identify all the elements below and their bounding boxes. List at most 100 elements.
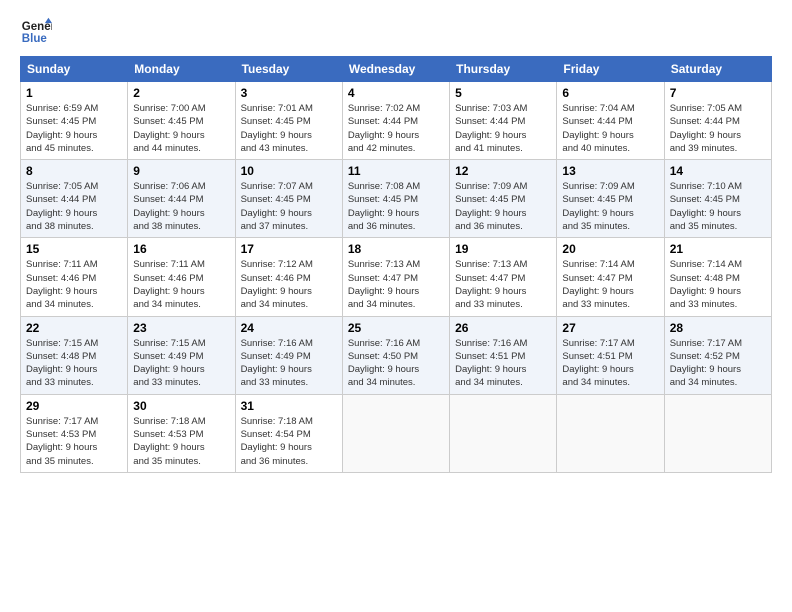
day-info: Sunrise: 7:16 AM Sunset: 4:51 PM Dayligh… <box>455 337 551 390</box>
calendar-day-cell: 16 Sunrise: 7:11 AM Sunset: 4:46 PM Dayli… <box>128 238 235 316</box>
day-number: 5 <box>455 86 551 100</box>
day-number: 25 <box>348 321 444 335</box>
day-info: Sunrise: 7:05 AM Sunset: 4:44 PM Dayligh… <box>670 102 766 155</box>
weekday-header-cell: Tuesday <box>235 57 342 82</box>
day-number: 10 <box>241 164 337 178</box>
day-info: Sunrise: 7:17 AM Sunset: 4:52 PM Dayligh… <box>670 337 766 390</box>
logo-icon: General Blue <box>20 16 52 48</box>
calendar-day-cell: 7 Sunrise: 7:05 AM Sunset: 4:44 PM Daylig… <box>664 82 771 160</box>
calendar-week-row: 29 Sunrise: 7:17 AM Sunset: 4:53 PM Dayli… <box>21 394 772 472</box>
day-number: 22 <box>26 321 122 335</box>
day-number: 29 <box>26 399 122 413</box>
day-info: Sunrise: 7:18 AM Sunset: 4:53 PM Dayligh… <box>133 415 229 468</box>
calendar-day-cell: 14 Sunrise: 7:10 AM Sunset: 4:45 PM Dayli… <box>664 160 771 238</box>
calendar-day-cell: 4 Sunrise: 7:02 AM Sunset: 4:44 PM Daylig… <box>342 82 449 160</box>
calendar-day-cell: 17Sunrise: 7:12 AM Sunset: 4:46 PM Dayli… <box>235 238 342 316</box>
calendar-day-cell: 27 Sunrise: 7:17 AM Sunset: 4:51 PM Dayli… <box>557 316 664 394</box>
day-info: Sunrise: 7:15 AM Sunset: 4:48 PM Dayligh… <box>26 337 122 390</box>
calendar-day-cell: 22 Sunrise: 7:15 AM Sunset: 4:48 PM Dayli… <box>21 316 128 394</box>
day-info: Sunrise: 7:04 AM Sunset: 4:44 PM Dayligh… <box>562 102 658 155</box>
weekday-header-cell: Sunday <box>21 57 128 82</box>
day-info: Sunrise: 7:06 AM Sunset: 4:44 PM Dayligh… <box>133 180 229 233</box>
day-number: 7 <box>670 86 766 100</box>
calendar-day-cell: 26 Sunrise: 7:16 AM Sunset: 4:51 PM Dayli… <box>450 316 557 394</box>
weekday-header-row: SundayMondayTuesdayWednesdayThursdayFrid… <box>21 57 772 82</box>
weekday-header-cell: Saturday <box>664 57 771 82</box>
weekday-header-cell: Thursday <box>450 57 557 82</box>
day-number: 18 <box>348 242 444 256</box>
weekday-header-cell: Wednesday <box>342 57 449 82</box>
calendar-day-cell: 11 Sunrise: 7:08 AM Sunset: 4:45 PM Dayli… <box>342 160 449 238</box>
calendar-day-cell: 9 Sunrise: 7:06 AM Sunset: 4:44 PM Daylig… <box>128 160 235 238</box>
day-info: Sunrise: 7:05 AM Sunset: 4:44 PM Dayligh… <box>26 180 122 233</box>
day-number: 4 <box>348 86 444 100</box>
day-number: 1 <box>26 86 122 100</box>
day-info: Sunrise: 7:02 AM Sunset: 4:44 PM Dayligh… <box>348 102 444 155</box>
day-info: Sunrise: 7:10 AM Sunset: 4:45 PM Dayligh… <box>670 180 766 233</box>
day-number: 28 <box>670 321 766 335</box>
day-info: Sunrise: 7:11 AM Sunset: 4:46 PM Dayligh… <box>26 258 122 311</box>
day-number: 24 <box>241 321 337 335</box>
calendar-day-cell: 18 Sunrise: 7:13 AM Sunset: 4:47 PM Dayli… <box>342 238 449 316</box>
calendar-week-row: 22 Sunrise: 7:15 AM Sunset: 4:48 PM Dayli… <box>21 316 772 394</box>
day-info: Sunrise: 7:17 AM Sunset: 4:53 PM Dayligh… <box>26 415 122 468</box>
day-info: Sunrise: 7:00 AM Sunset: 4:45 PM Dayligh… <box>133 102 229 155</box>
day-number: 23 <box>133 321 229 335</box>
calendar-day-cell: 13Sunrise: 7:09 AM Sunset: 4:45 PM Dayli… <box>557 160 664 238</box>
day-number: 15 <box>26 242 122 256</box>
day-info: Sunrise: 7:14 AM Sunset: 4:48 PM Dayligh… <box>670 258 766 311</box>
day-info: Sunrise: 7:09 AM Sunset: 4:45 PM Dayligh… <box>455 180 551 233</box>
day-info: Sunrise: 7:15 AM Sunset: 4:49 PM Dayligh… <box>133 337 229 390</box>
day-info: Sunrise: 6:59 AM Sunset: 4:45 PM Dayligh… <box>26 102 122 155</box>
day-info: Sunrise: 7:11 AM Sunset: 4:46 PM Dayligh… <box>133 258 229 311</box>
day-info: Sunrise: 7:13 AM Sunset: 4:47 PM Dayligh… <box>455 258 551 311</box>
day-info: Sunrise: 7:13 AM Sunset: 4:47 PM Dayligh… <box>348 258 444 311</box>
header: General Blue <box>20 16 772 48</box>
calendar-day-cell: 31 Sunrise: 7:18 AM Sunset: 4:54 PM Dayli… <box>235 394 342 472</box>
day-number: 27 <box>562 321 658 335</box>
day-number: 8 <box>26 164 122 178</box>
calendar-week-row: 15 Sunrise: 7:11 AM Sunset: 4:46 PM Dayli… <box>21 238 772 316</box>
day-info: Sunrise: 7:09 AM Sunset: 4:45 PM Dayligh… <box>562 180 658 233</box>
day-number: 3 <box>241 86 337 100</box>
calendar-day-cell: 25 Sunrise: 7:16 AM Sunset: 4:50 PM Dayli… <box>342 316 449 394</box>
day-info: Sunrise: 7:17 AM Sunset: 4:51 PM Dayligh… <box>562 337 658 390</box>
calendar-week-row: 8 Sunrise: 7:05 AM Sunset: 4:44 PM Daylig… <box>21 160 772 238</box>
calendar-day-cell: 12 Sunrise: 7:09 AM Sunset: 4:45 PM Dayli… <box>450 160 557 238</box>
day-info: Sunrise: 7:07 AM Sunset: 4:45 PM Dayligh… <box>241 180 337 233</box>
day-number: 12 <box>455 164 551 178</box>
calendar-day-cell: 20 Sunrise: 7:14 AM Sunset: 4:47 PM Dayli… <box>557 238 664 316</box>
calendar-day-cell: 21Sunrise: 7:14 AM Sunset: 4:48 PM Dayli… <box>664 238 771 316</box>
day-number: 31 <box>241 399 337 413</box>
day-number: 20 <box>562 242 658 256</box>
calendar-day-cell: 2 Sunrise: 7:00 AM Sunset: 4:45 PM Daylig… <box>128 82 235 160</box>
calendar-day-cell: 5 Sunrise: 7:03 AM Sunset: 4:44 PM Daylig… <box>450 82 557 160</box>
day-number: 19 <box>455 242 551 256</box>
day-number: 2 <box>133 86 229 100</box>
calendar-day-cell: 6 Sunrise: 7:04 AM Sunset: 4:44 PM Daylig… <box>557 82 664 160</box>
day-number: 11 <box>348 164 444 178</box>
day-number: 30 <box>133 399 229 413</box>
day-info: Sunrise: 7:14 AM Sunset: 4:47 PM Dayligh… <box>562 258 658 311</box>
calendar-table: SundayMondayTuesdayWednesdayThursdayFrid… <box>20 56 772 473</box>
logo: General Blue <box>20 16 52 48</box>
day-number: 16 <box>133 242 229 256</box>
day-info: Sunrise: 7:01 AM Sunset: 4:45 PM Dayligh… <box>241 102 337 155</box>
day-number: 9 <box>133 164 229 178</box>
svg-text:Blue: Blue <box>22 33 48 45</box>
calendar-day-cell <box>557 394 664 472</box>
weekday-header-cell: Friday <box>557 57 664 82</box>
day-info: Sunrise: 7:03 AM Sunset: 4:44 PM Dayligh… <box>455 102 551 155</box>
day-info: Sunrise: 7:18 AM Sunset: 4:54 PM Dayligh… <box>241 415 337 468</box>
calendar-day-cell <box>342 394 449 472</box>
weekday-header-cell: Monday <box>128 57 235 82</box>
day-number: 26 <box>455 321 551 335</box>
day-number: 6 <box>562 86 658 100</box>
day-info: Sunrise: 7:08 AM Sunset: 4:45 PM Dayligh… <box>348 180 444 233</box>
day-info: Sunrise: 7:12 AM Sunset: 4:46 PM Dayligh… <box>241 258 337 311</box>
day-info: Sunrise: 7:16 AM Sunset: 4:50 PM Dayligh… <box>348 337 444 390</box>
calendar-day-cell: 3 Sunrise: 7:01 AM Sunset: 4:45 PM Daylig… <box>235 82 342 160</box>
day-number: 14 <box>670 164 766 178</box>
calendar-day-cell: 15 Sunrise: 7:11 AM Sunset: 4:46 PM Dayli… <box>21 238 128 316</box>
day-info: Sunrise: 7:16 AM Sunset: 4:49 PM Dayligh… <box>241 337 337 390</box>
